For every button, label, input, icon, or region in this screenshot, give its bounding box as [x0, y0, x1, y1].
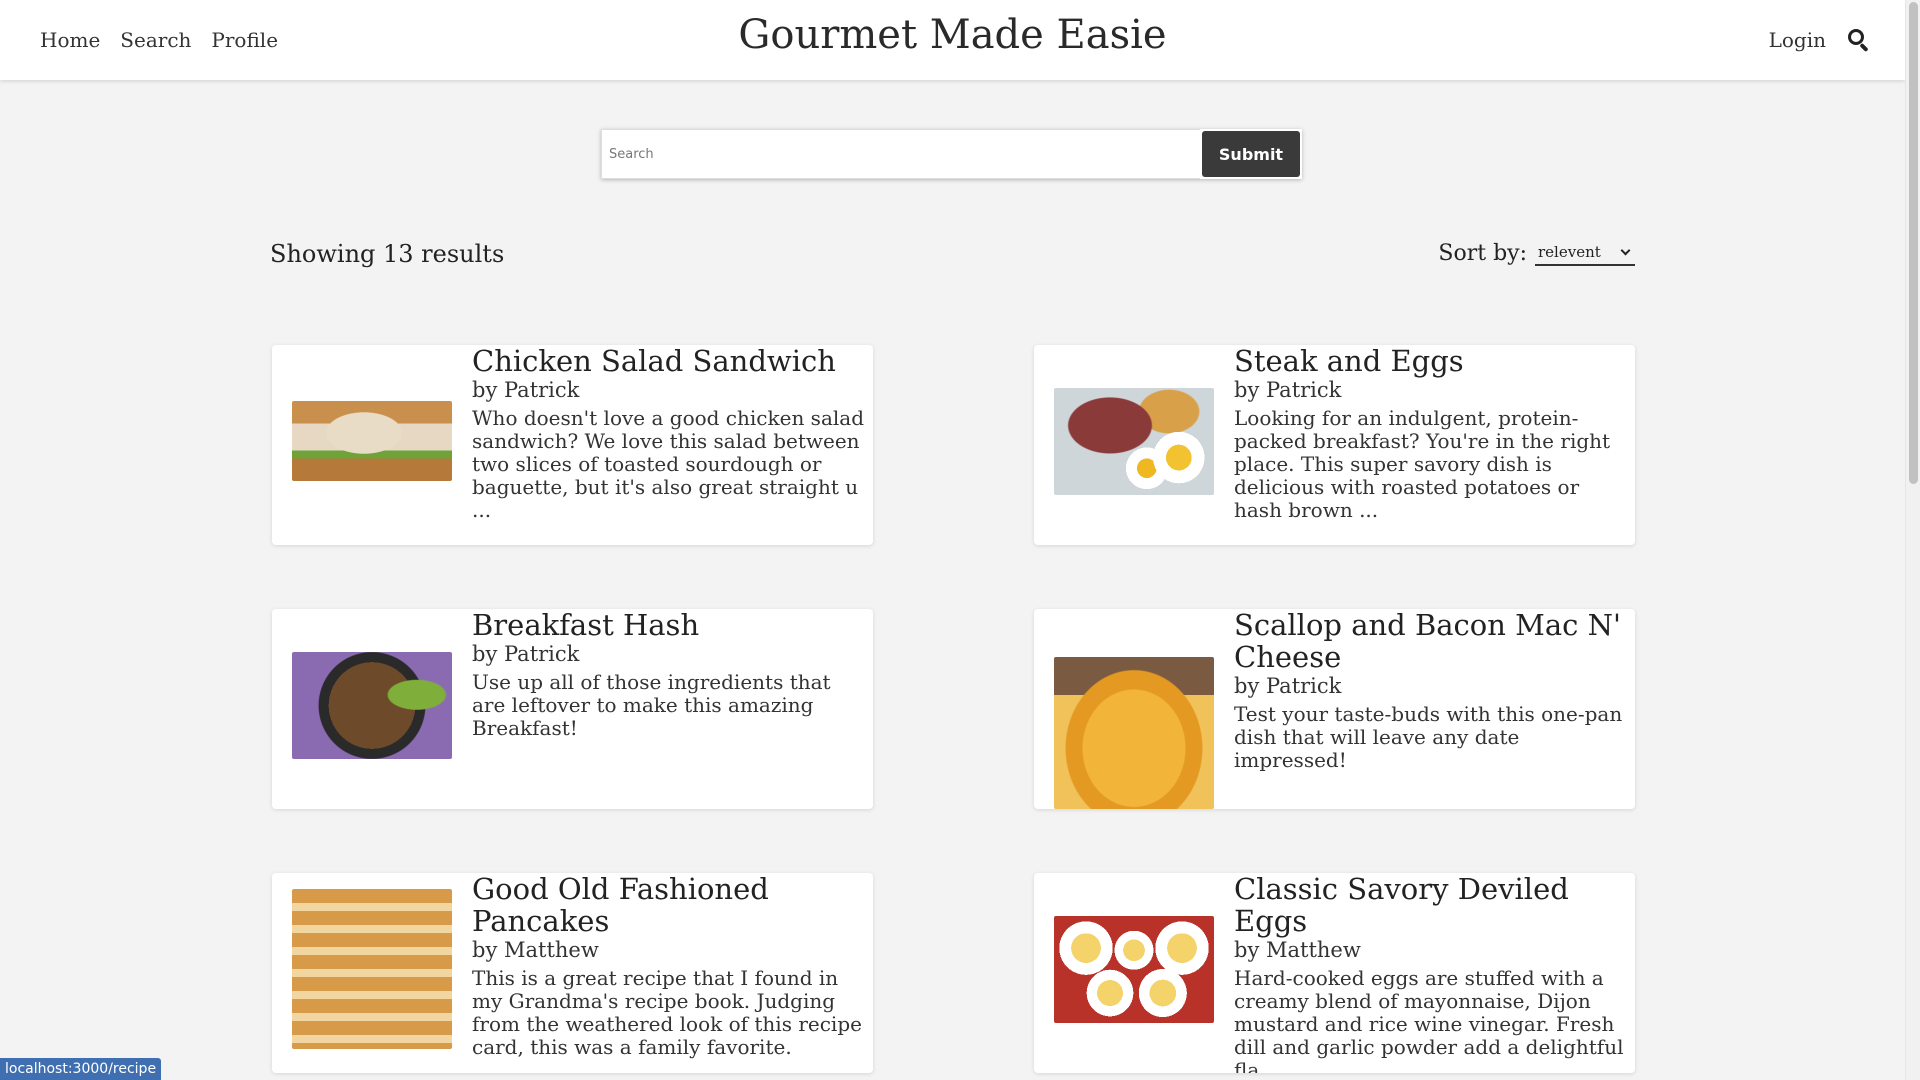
sort-selected-value: relevent: [1538, 243, 1601, 261]
recipe-author: by Patrick: [1234, 674, 1342, 698]
recipe-description: This is a great recipe that I found in m…: [472, 966, 862, 1059]
sort-label: Sort by:: [1438, 240, 1527, 266]
recipe-description: Test your taste-buds with this one-pan d…: [1234, 702, 1623, 772]
recipe-author: by Patrick: [1234, 378, 1342, 402]
recipe-image: [292, 401, 452, 481]
recipe-image: [1054, 657, 1214, 809]
submit-button[interactable]: Submit: [1202, 131, 1300, 177]
recipe-image: [292, 652, 452, 759]
recipe-image: [1054, 388, 1214, 495]
recipe-card-body: Chicken Salad Sandwich by Patrick Who do…: [472, 345, 867, 522]
recipe-card[interactable]: Scallop and Bacon Mac N' Cheese by Patri…: [1034, 609, 1635, 809]
recipe-author: by Matthew: [1234, 938, 1361, 962]
recipe-description: Hard-cooked eggs are stuffed with a crea…: [1234, 966, 1624, 1074]
search-input[interactable]: [601, 129, 1200, 179]
recipe-card[interactable]: Good Old Fashioned Pancakes by Matthew T…: [272, 873, 873, 1073]
top-navbar: Home Search Profile Gourmet Made Easie L…: [0, 0, 1905, 80]
recipe-title: Good Old Fashioned Pancakes: [472, 873, 769, 938]
recipe-title: Chicken Salad Sandwich: [472, 345, 836, 378]
nav-right-group: Login: [1769, 0, 1870, 80]
recipe-author: by Patrick: [472, 642, 580, 666]
sort-control: Sort by: relevent: [1438, 240, 1635, 266]
page-scrollbar[interactable]: [1905, 0, 1920, 1080]
recipe-title: Scallop and Bacon Mac N' Cheese: [1234, 609, 1621, 674]
recipe-card-body: Classic Savory Deviled Eggs by Matthew H…: [1234, 873, 1629, 1073]
search-form: Submit: [601, 129, 1302, 179]
scrollbar-thumb[interactable]: [1909, 2, 1918, 484]
chevron-down-icon: [1620, 245, 1631, 255]
recipe-author: by Matthew: [472, 938, 599, 962]
recipe-card-body: Scallop and Bacon Mac N' Cheese by Patri…: [1234, 609, 1629, 772]
search-icon[interactable]: [1848, 29, 1870, 53]
login-link[interactable]: Login: [1769, 28, 1826, 52]
recipe-image: [292, 889, 452, 1049]
recipe-title: Steak and Eggs: [1234, 345, 1464, 378]
recipe-description: Use up all of those ingredients that are…: [472, 670, 831, 740]
recipe-card[interactable]: Steak and Eggs by Patrick Looking for an…: [1034, 345, 1635, 545]
recipe-title: Classic Savory Deviled Eggs: [1234, 873, 1569, 938]
sort-select[interactable]: relevent: [1535, 240, 1635, 266]
recipe-image: [1054, 916, 1214, 1023]
recipe-author: by Patrick: [472, 378, 580, 402]
recipe-description: Looking for an indulgent, protein-packed…: [1234, 406, 1611, 522]
status-bar-url: localhost:3000/recipe: [0, 1058, 162, 1080]
recipe-description: Who doesn't love a good chicken salad sa…: [472, 406, 864, 522]
recipe-title: Breakfast Hash: [472, 609, 700, 642]
recipe-card[interactable]: Chicken Salad Sandwich by Patrick Who do…: [272, 345, 873, 545]
recipe-card-body: Good Old Fashioned Pancakes by Matthew T…: [472, 873, 867, 1059]
recipe-card[interactable]: Breakfast Hash by Patrick Use up all of …: [272, 609, 873, 809]
site-brand-title: Gourmet Made Easie: [738, 12, 1167, 58]
recipe-card[interactable]: Classic Savory Deviled Eggs by Matthew H…: [1034, 873, 1635, 1073]
results-count: Showing 13 results: [270, 240, 505, 268]
recipe-card-body: Steak and Eggs by Patrick Looking for an…: [1234, 345, 1629, 522]
recipe-card-body: Breakfast Hash by Patrick Use up all of …: [472, 609, 867, 740]
